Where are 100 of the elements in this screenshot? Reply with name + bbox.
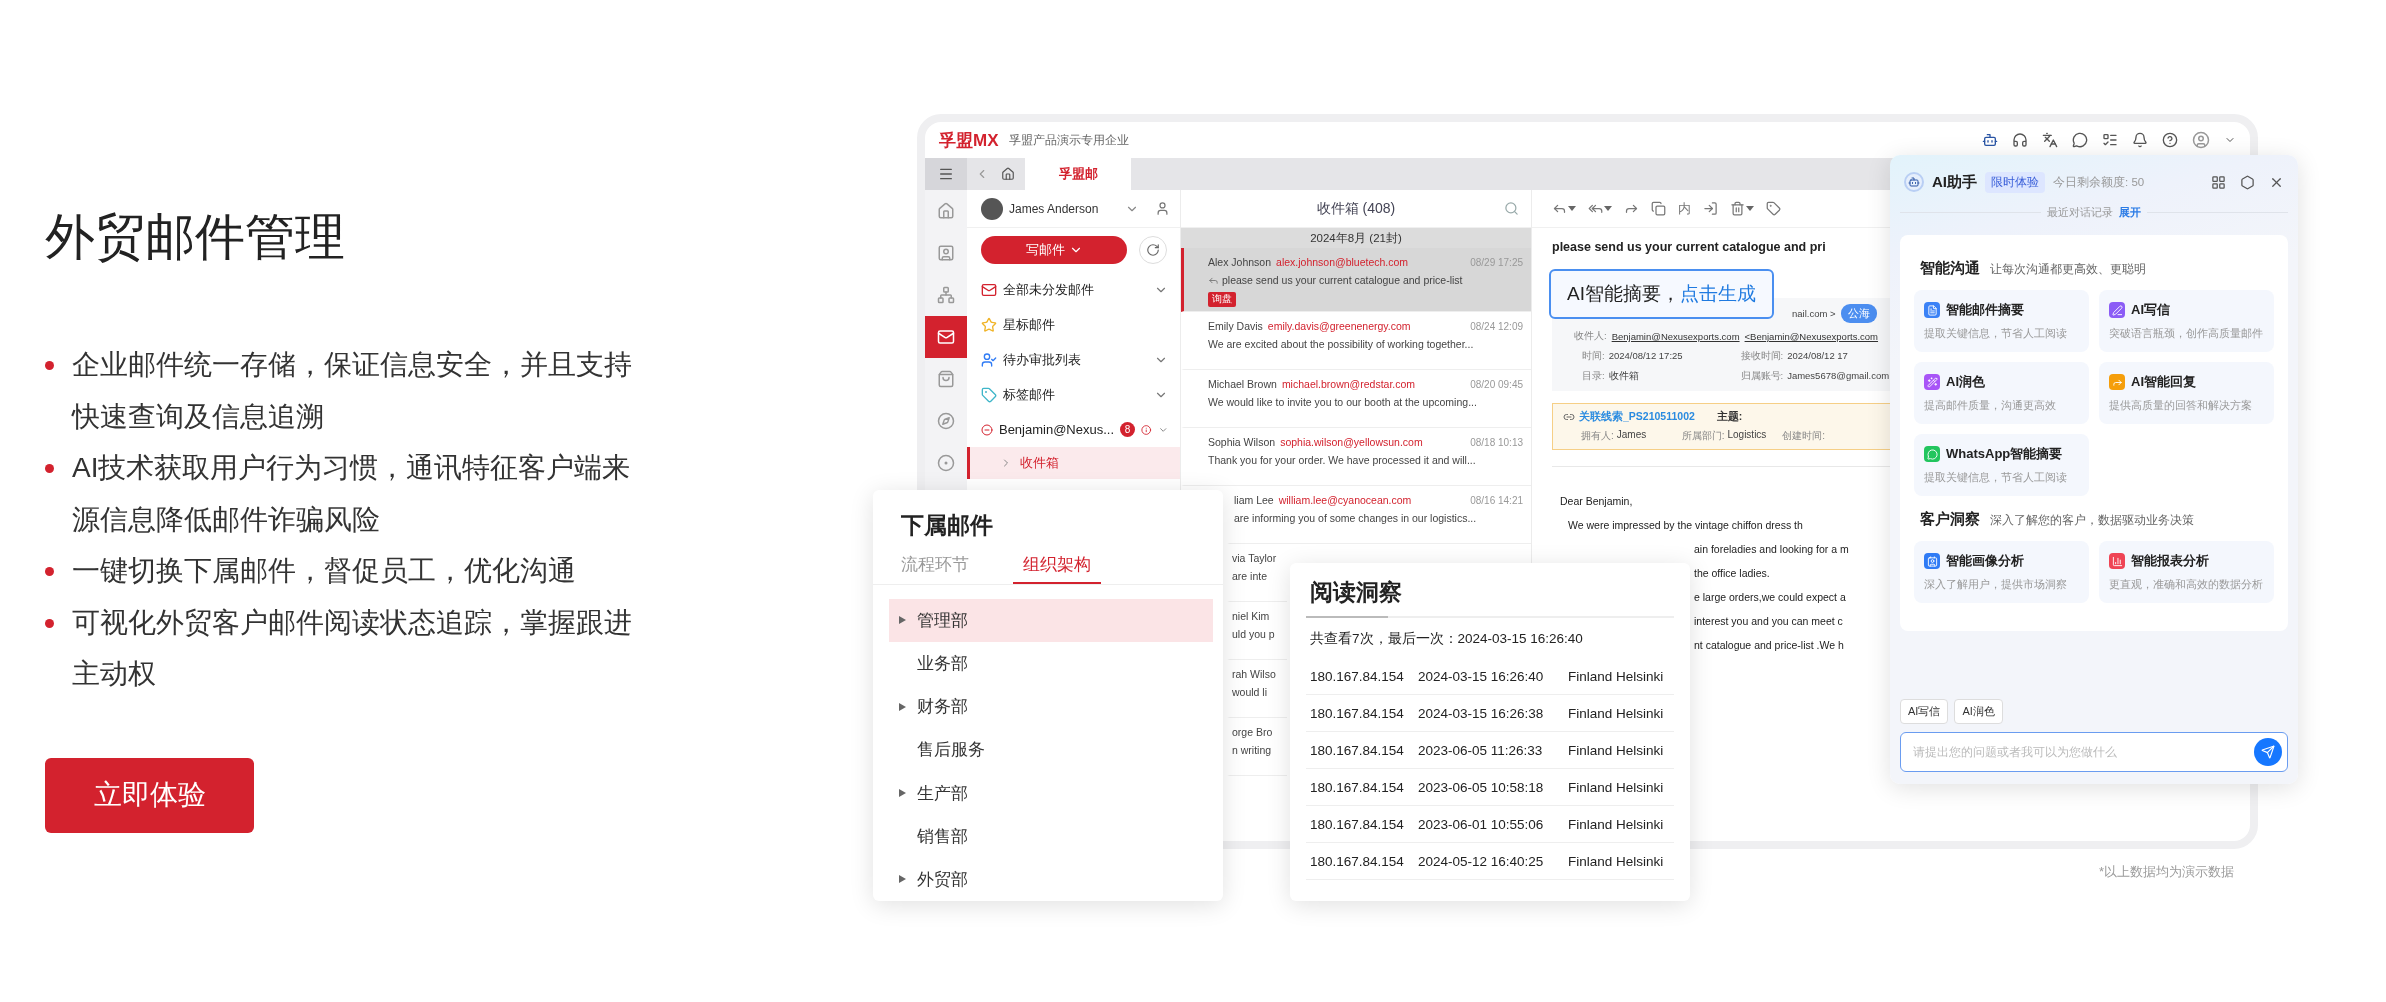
department-item[interactable]: 财务部 <box>889 685 1213 729</box>
translate-icon[interactable] <box>2042 132 2058 148</box>
generate-link[interactable]: 点击生成 <box>1679 283 1756 304</box>
subfolder-item[interactable]: 收件箱 <box>967 447 1180 479</box>
mail-time: 08/16 14:21 <box>1470 494 1523 506</box>
field-label: 时间: <box>1582 350 1605 363</box>
user-icon[interactable] <box>1155 201 1170 216</box>
panel-title: 阅读洞察 <box>1309 578 1403 607</box>
search-icon[interactable] <box>1504 201 1519 216</box>
table-cell-text: 2024-03-15 16:26:40 <box>1418 668 1545 684</box>
grid-icon[interactable] <box>2211 174 2226 190</box>
caret-icon <box>899 616 906 625</box>
mail-icon <box>937 328 955 346</box>
toolbar-button[interactable] <box>1703 201 1718 216</box>
mail-preview: are inte <box>1232 570 1268 582</box>
table-cell-text: Finland Helsinki <box>1568 668 1665 684</box>
mail-row[interactable]: Alex Johnson alex.johnson@bluetech.com 08/29 17:25 please send us your current catalogue and price-list 询盘 <box>1181 248 1531 312</box>
toolbar-button[interactable] <box>1730 201 1754 216</box>
expand-link[interactable]: 展开 <box>2119 204 2141 220</box>
panel-tab[interactable]: 组织架构 <box>1013 549 1101 584</box>
feature-tile[interactable]: 智能画像分析 深入了解用户，提供市场洞察 <box>1914 541 2089 603</box>
section-title: 智能沟通 <box>1920 259 1980 278</box>
link-icon <box>1563 411 1575 423</box>
settings-icon[interactable] <box>2240 174 2255 190</box>
org-tree-icon <box>937 286 955 304</box>
nav-item[interactable] <box>925 316 967 358</box>
folder-item[interactable]: 星标邮件 <box>967 307 1180 342</box>
quick-action-chip[interactable]: AI写信 <box>1900 699 1949 724</box>
toolbar-button[interactable]: 内 <box>1678 199 1691 218</box>
department-item[interactable]: 销售部 <box>889 814 1213 858</box>
feature-tile[interactable]: 智能邮件摘要 提取关键信息，节省人工阅读 <box>1914 290 2089 352</box>
send-icon <box>2261 745 2275 759</box>
feature-tile[interactable]: AI智能回复 提供高质量的回答和解决方案 <box>2099 362 2274 424</box>
department-label: 财务部 <box>917 696 968 719</box>
department-item[interactable]: 外贸部 <box>889 857 1213 902</box>
try-now-button[interactable]: 立即体验 <box>45 757 254 833</box>
department-item[interactable]: 业务部 <box>889 641 1213 686</box>
recipient-link[interactable]: <Benjamin@Nexusexports.com <box>1744 331 1879 342</box>
robot-icon[interactable] <box>1982 132 1998 148</box>
mail-preview: Thank you for your order. We have processed it and will... <box>1208 454 1476 466</box>
toolbar-button[interactable] <box>1766 201 1781 216</box>
read-summary: 共查看7次，最后一次：2024-03-15 16:26:40 <box>1309 630 1584 648</box>
toolbar-button[interactable] <box>1651 201 1666 216</box>
table-cell-text: 2023-06-05 10:58:18 <box>1418 779 1545 795</box>
home-icon[interactable] <box>1001 167 1015 181</box>
help-icon[interactable] <box>2162 132 2178 148</box>
quick-action-chip[interactable]: AI润色 <box>1954 699 2003 724</box>
trial-badge: 限时体验 <box>1985 171 2045 193</box>
headset-icon[interactable] <box>2012 132 2028 148</box>
menu-icon <box>938 166 954 182</box>
feature-tile[interactable]: AI写信 突破语言瓶颈，创作高质量邮件 <box>2099 290 2274 352</box>
menu-button[interactable] <box>925 158 967 190</box>
account-name[interactable]: James Anderson <box>1009 201 1119 216</box>
sender-name: orge Bro <box>1232 726 1273 738</box>
department-label: 业务部 <box>917 653 968 675</box>
folder-item[interactable]: 标签邮件 <box>967 377 1180 412</box>
folder-label: 星标邮件 <box>1003 315 1056 334</box>
folder-label: 全部未分发邮件 <box>1003 280 1095 299</box>
bell-icon[interactable] <box>2132 132 2148 148</box>
mail-time: 08/20 09:45 <box>1470 378 1523 390</box>
feature-tile[interactable]: AI润色 提高邮件质量，沟通更高效 <box>1914 362 2089 424</box>
caret-icon <box>899 875 906 884</box>
app-tab[interactable]: 孚盟邮 <box>1025 158 1131 190</box>
caret-icon <box>899 789 906 798</box>
footnote: *以上数据均为演示数据 <box>2098 863 2234 881</box>
feature-tile[interactable]: WhatsApp智能摘要 提取关键信息，节省人工阅读 <box>1914 434 2089 496</box>
department-item[interactable]: 管理部 <box>889 598 1213 642</box>
feature-tile[interactable]: 智能报表分析 更直观，准确和高效的数据分析 <box>2099 541 2274 603</box>
section-subtitle: 让每次沟通都更高效、更聪明 <box>1990 261 2146 278</box>
feature-description: 突破语言瓶颈，创作高质量邮件 <box>2109 327 2264 341</box>
question-input-field[interactable]: 请提出您的问题或者我可以为您做什么 <box>1900 732 2288 772</box>
department-label: 管理部 <box>917 609 968 632</box>
table-cell-text: 180.167.84.154 <box>1310 668 1405 684</box>
feature-title: AI润色 <box>1946 373 1985 391</box>
department-item[interactable]: 生产部 <box>889 771 1213 815</box>
recipient-link[interactable]: Benjamin@Nexusexports.com <box>1611 331 1740 342</box>
mail-body-text: interest you and you can meet c <box>1694 614 1844 629</box>
mail-body-text: Dear Benjamin, <box>1560 494 1634 509</box>
avatar-icon[interactable] <box>2192 131 2210 149</box>
history-label: 最近对话记录 <box>2047 204 2113 220</box>
field-label: 主题: <box>1716 410 1743 424</box>
mail-preview: uld you p <box>1232 628 1275 640</box>
task-list-icon[interactable] <box>2102 132 2118 148</box>
delete-icon <box>1730 201 1745 216</box>
compose-button[interactable]: 写邮件 <box>981 236 1127 264</box>
chat-icon[interactable] <box>2072 132 2088 148</box>
sender-name: rah Wilso <box>1232 668 1276 680</box>
mail-icon <box>981 281 997 298</box>
mail-body-text: nt catalogue and price-list .We h <box>1694 638 1845 653</box>
department-item[interactable]: 售后服务 <box>889 728 1213 772</box>
folder-item[interactable]: 全部未分发邮件 <box>967 272 1180 307</box>
field-value: 2024/08/12 17:25 <box>1608 350 1683 363</box>
refresh-button[interactable] <box>1139 236 1167 264</box>
sender-email: william.lee@cyanocean.com <box>1278 494 1412 506</box>
folder-item[interactable]: Benjamin@Nexus... 8 <box>967 412 1180 447</box>
table-cell-text: Finland Helsinki <box>1568 816 1665 832</box>
caret-icon <box>1746 206 1754 211</box>
folder-item[interactable]: 待办审批列表 <box>967 342 1180 377</box>
info-icon <box>1141 422 1152 437</box>
app-logo: 孚盟MX <box>939 129 999 152</box>
